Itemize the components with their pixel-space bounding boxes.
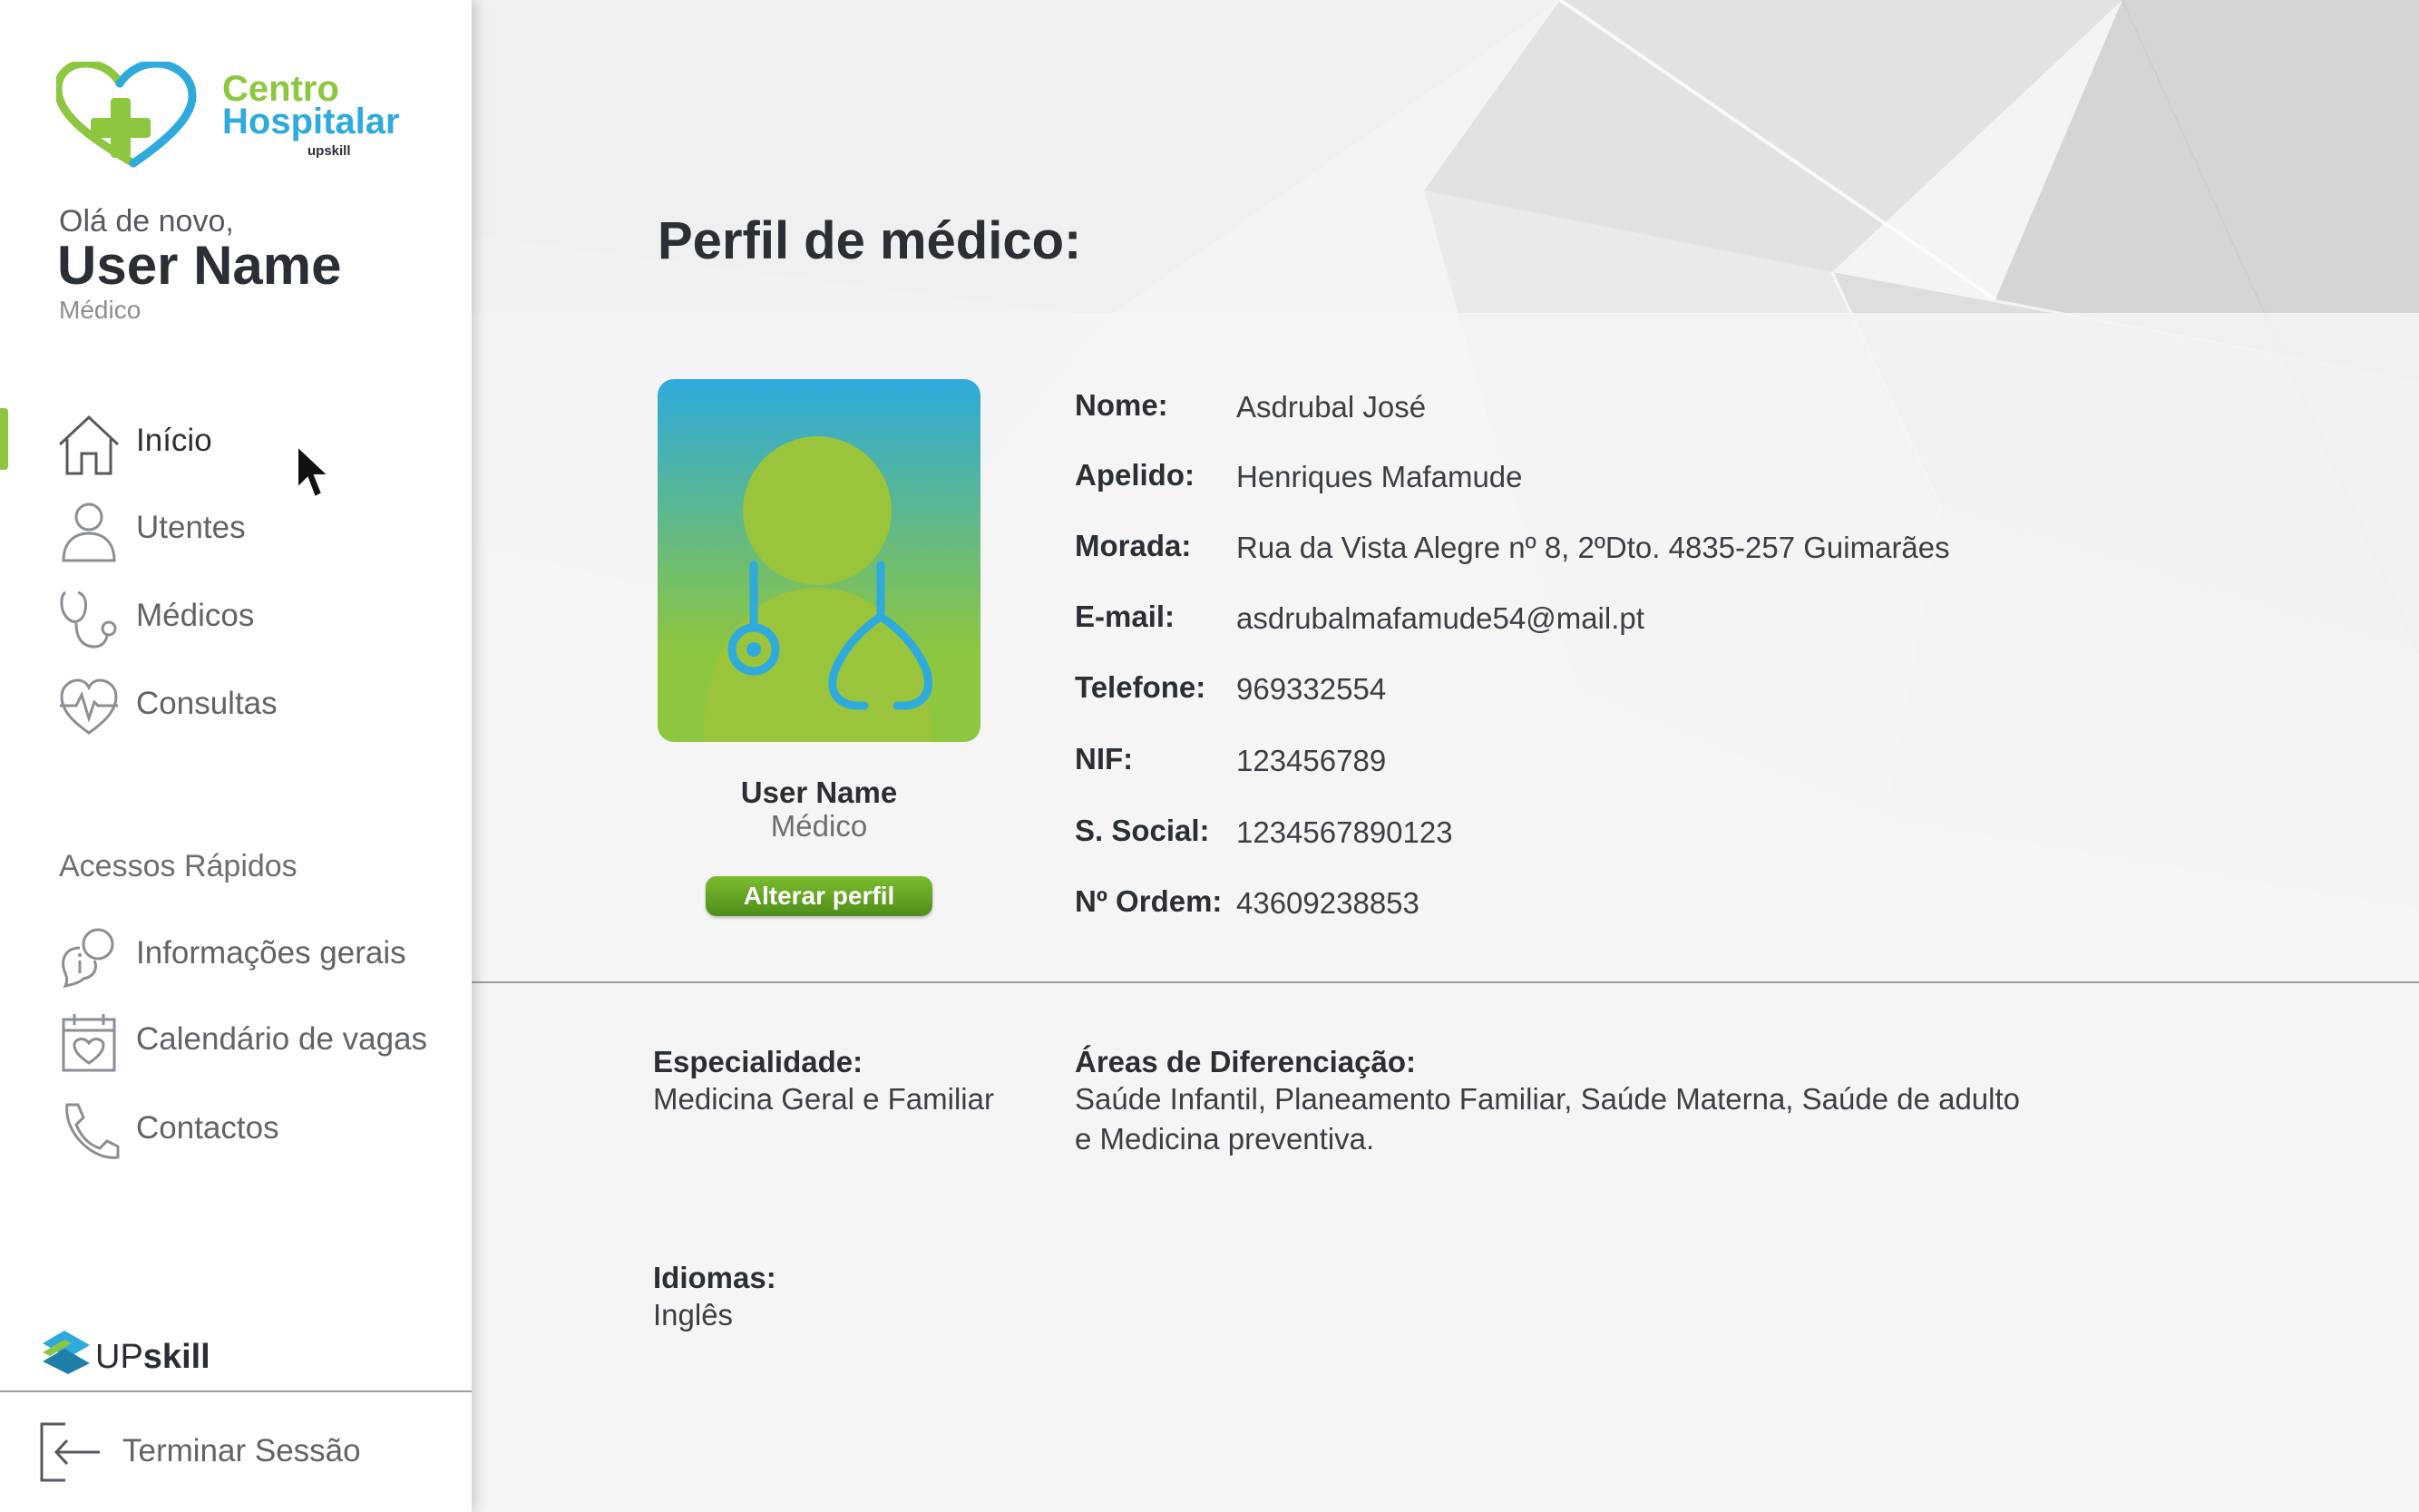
logout-icon (40, 1422, 100, 1482)
quick-item-contactos[interactable]: Contactos (0, 1092, 472, 1165)
user-icon (62, 502, 116, 562)
field-value: 43609238853 (1236, 886, 1419, 920)
home-icon (58, 415, 120, 475)
nav-item-inicio[interactable]: Início (0, 405, 472, 477)
field-label: Apelido: (1075, 458, 1195, 492)
avatar (658, 379, 980, 742)
nav-item-utentes[interactable]: Utentes (0, 492, 472, 564)
field-value: 1234567890123 (1236, 815, 1453, 849)
nav-label-consultas: Consultas (136, 686, 278, 721)
field-telefone: Telefone: 969332554 (1075, 670, 2345, 725)
field-value: Rua da Vista Alegre nº 8, 2ºDto. 4835-25… (1236, 531, 1950, 564)
main-content: Perfil de médico: User Name Médico Alter… (472, 0, 2419, 1512)
idiomas-block: Idiomas: Inglês (653, 1261, 1052, 1335)
areas-value-line2: e Medicina preventiva. (1075, 1122, 1375, 1156)
field-label: Morada: (1075, 529, 1192, 562)
hospital-logo: Centro Hospitalar upskill (54, 59, 419, 171)
stethoscope-icon (60, 590, 117, 649)
sidebar-divider (0, 1390, 472, 1392)
sidebar: Centro Hospitalar upskill Olá de novo, U… (0, 0, 472, 1512)
field-label: NIF: (1075, 742, 1134, 776)
card-user-name: User Name (740, 776, 898, 809)
quick-item-informacoes[interactable]: Informações gerais (0, 917, 472, 990)
heart-cross-icon (54, 59, 197, 168)
page-title: Perfil de médico: (658, 211, 1082, 270)
field-label: S. Social: (1075, 814, 1210, 847)
areas-label: Áreas de Diferenciação: (1075, 1045, 1417, 1078)
upskill-skill: skill (142, 1338, 210, 1376)
especialidade-label: Especialidade: (653, 1045, 863, 1078)
user-name: User Name (57, 235, 342, 296)
idiomas-label: Idiomas: (653, 1261, 776, 1294)
user-role: Médico (59, 296, 141, 324)
field-label: Nº Ordem: (1075, 884, 1223, 918)
field-nif: NIF: 123456789 (1075, 742, 2345, 796)
logo-text-upskill: upskill (307, 143, 351, 159)
nav-label-inicio: Início (136, 423, 212, 458)
areas-block: Áreas de Diferenciação: Saúde Infantil, … (1075, 1045, 2163, 1159)
logout-button[interactable]: Terminar Sessão (0, 1415, 472, 1488)
nav-label-medicos: Médicos (136, 598, 255, 633)
areas-value-line1: Saúde Infantil, Planeamento Familiar, Sa… (1075, 1082, 2021, 1116)
field-email: E-mail: asdrubalmafamude54@mail.pt (1075, 600, 2345, 654)
quick-label-calendario: Calendário de vagas (136, 1021, 428, 1057)
field-value: Asdrubal José (1236, 390, 1427, 424)
logo-text-hospitalar: Hospitalar (222, 102, 400, 141)
field-value: 969332554 (1236, 672, 1387, 706)
especialidade-block: Especialidade: Medicina Geral e Familiar (653, 1045, 1052, 1119)
mouse-cursor-icon (297, 444, 331, 499)
quick-label-informacoes: Informações gerais (136, 935, 406, 971)
field-morada: Morada: Rua da Vista Alegre nº 8, 2ºDto.… (1075, 529, 2345, 583)
upskill-logo: UPskill (41, 1329, 222, 1383)
info-chat-icon (62, 928, 114, 989)
field-label: E-mail: (1075, 600, 1175, 633)
nav-label-utentes: Utentes (136, 510, 246, 545)
heartbeat-icon (60, 678, 118, 735)
quick-label-contactos: Contactos (136, 1110, 279, 1146)
field-nome: Nome: Asdrubal José (1075, 388, 2345, 443)
logout-label: Terminar Sessão (122, 1433, 361, 1468)
field-value: asdrubalmafamude54@mail.pt (1236, 601, 1644, 635)
field-label: Telefone: (1075, 670, 1206, 704)
field-label: Nome: (1075, 388, 1168, 422)
field-seguranca-social: S. Social: 1234567890123 (1075, 814, 2345, 868)
calendar-heart-icon (62, 1014, 116, 1072)
field-apelido: Apelido: Henriques Mafamude (1075, 458, 2345, 512)
section-divider (472, 981, 2419, 983)
upskill-mark-icon (43, 1331, 90, 1374)
nav-item-consultas[interactable]: Consultas (0, 668, 472, 740)
especialidade-value: Medicina Geral e Familiar (653, 1082, 994, 1116)
upskill-up: UP (95, 1338, 143, 1376)
card-user-role: Médico (770, 809, 868, 843)
field-value: 123456789 (1236, 744, 1387, 777)
nav-item-medicos[interactable]: Médicos (0, 580, 472, 652)
idiomas-value: Inglês (653, 1298, 734, 1332)
doctor-avatar-icon (658, 379, 980, 742)
phone-icon (65, 1103, 120, 1159)
field-numero-ordem: Nº Ordem: 43609238853 (1075, 884, 2345, 939)
edit-profile-button[interactable]: Alterar perfil (706, 876, 932, 916)
field-value: Henriques Mafamude (1236, 460, 1523, 493)
quick-access-title: Acessos Rápidos (59, 849, 297, 883)
quick-item-calendario[interactable]: Calendário de vagas (0, 1003, 472, 1076)
